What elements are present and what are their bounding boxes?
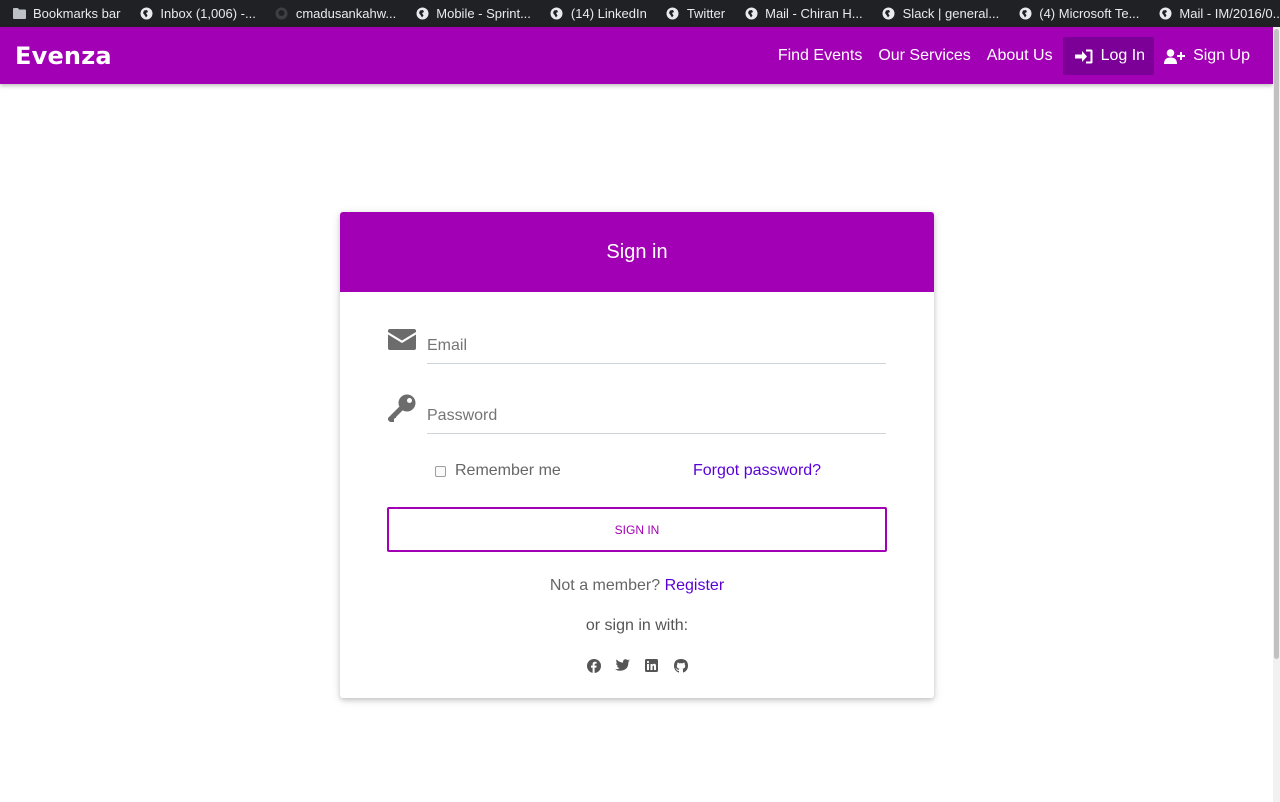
bookmark-label: Inbox (1,006) -... <box>160 6 256 21</box>
sign-in-button[interactable]: SIGN IN <box>387 507 887 552</box>
nav-find-events[interactable]: Find Events <box>770 37 870 75</box>
key-icon <box>387 394 417 424</box>
facebook-icon[interactable] <box>586 658 601 673</box>
github-icon[interactable] <box>673 658 688 673</box>
bookmark-linkedin[interactable]: (14) LinkedIn <box>538 0 654 27</box>
globe-icon <box>1018 7 1032 21</box>
sign-in-icon <box>1074 49 1093 64</box>
nav-sign-up[interactable]: Sign Up <box>1156 37 1258 75</box>
twitter-icon[interactable] <box>615 658 630 673</box>
navbar: Evenza Find Events Our Services About Us… <box>0 27 1273 84</box>
bookmark-label: Mail - Chiran H... <box>765 6 863 21</box>
globe-icon <box>882 7 896 21</box>
bookmark-label: (4) Microsoft Te... <box>1039 6 1140 21</box>
card-header: Sign in <box>340 212 934 292</box>
globe-icon <box>1158 7 1172 21</box>
bookmark-label: cmadusankahw... <box>295 6 397 21</box>
email-input[interactable] <box>427 328 886 364</box>
nav-log-in-label: Log In <box>1100 47 1146 64</box>
password-input[interactable] <box>427 398 886 434</box>
nav-our-services[interactable]: Our Services <box>870 37 978 75</box>
bookmark-bookmarks-bar[interactable]: Bookmarks bar <box>0 0 127 27</box>
github-icon <box>275 7 289 21</box>
remember-me[interactable]: Remember me <box>435 462 561 480</box>
globe-icon <box>744 7 758 21</box>
globe-icon <box>550 7 564 21</box>
or-sign-in-with-text: or sign in with: <box>585 617 689 634</box>
folder-icon <box>12 7 26 21</box>
bookmark-mail-chiran[interactable]: Mail - Chiran H... <box>732 0 870 27</box>
scrollbar-thumb[interactable] <box>1274 29 1279 659</box>
password-field-group <box>387 394 887 438</box>
bookmark-label: (14) LinkedIn <box>570 6 647 21</box>
nav-about-us[interactable]: About Us <box>979 37 1061 75</box>
page-scrollbar[interactable] <box>1273 27 1280 802</box>
register-link[interactable]: Register <box>665 577 725 594</box>
bookmark-label: Slack | general... <box>902 6 1000 21</box>
bookmark-inbox[interactable]: Inbox (1,006) -... <box>127 0 262 27</box>
remember-me-checkbox[interactable] <box>435 465 446 477</box>
bookmark-label: Twitter <box>686 6 726 21</box>
register-prompt: Not a member? Register <box>340 577 934 595</box>
envelope-icon <box>387 324 417 354</box>
nav-links: Find Events Our Services About Us Log In… <box>770 37 1258 75</box>
not-member-text: Not a member? <box>549 577 661 594</box>
card-title: Sign in <box>606 240 668 263</box>
globe-icon <box>666 7 680 21</box>
linkedin-icon[interactable] <box>644 658 659 673</box>
brand-logo[interactable]: Evenza <box>15 42 112 70</box>
sign-in-card: Sign in Remember me Forgot password? SIG… <box>340 212 934 698</box>
globe-icon <box>139 7 153 21</box>
bookmark-microsoft-teams[interactable]: (4) Microsoft Te... <box>1006 0 1146 27</box>
bookmark-label: Mobile - Sprint... <box>436 6 531 21</box>
bookmark-label: Mail - IM/2016/0... <box>1179 6 1280 21</box>
bookmark-label: Bookmarks bar <box>33 6 121 21</box>
bookmark-mobile-sprint[interactable]: Mobile - Sprint... <box>403 0 538 27</box>
email-field-group <box>387 324 887 368</box>
bookmark-github[interactable]: cmadusankahw... <box>263 0 403 27</box>
bookmarks-bar: Bookmarks bar Inbox (1,006) -... cmadusa… <box>0 0 1280 27</box>
bookmark-mail-im[interactable]: Mail - IM/2016/0... <box>1146 0 1280 27</box>
remember-me-label: Remember me <box>455 462 561 479</box>
bookmark-twitter[interactable]: Twitter <box>654 0 732 27</box>
nav-log-in[interactable]: Log In <box>1062 37 1155 75</box>
nav-sign-up-label: Sign Up <box>1193 47 1250 64</box>
forgot-password-link[interactable]: Forgot password? <box>693 462 821 480</box>
user-plus-icon <box>1164 48 1186 64</box>
globe-icon <box>415 7 429 21</box>
social-sign-in <box>340 658 934 673</box>
bookmark-slack[interactable]: Slack | general... <box>870 0 1007 27</box>
